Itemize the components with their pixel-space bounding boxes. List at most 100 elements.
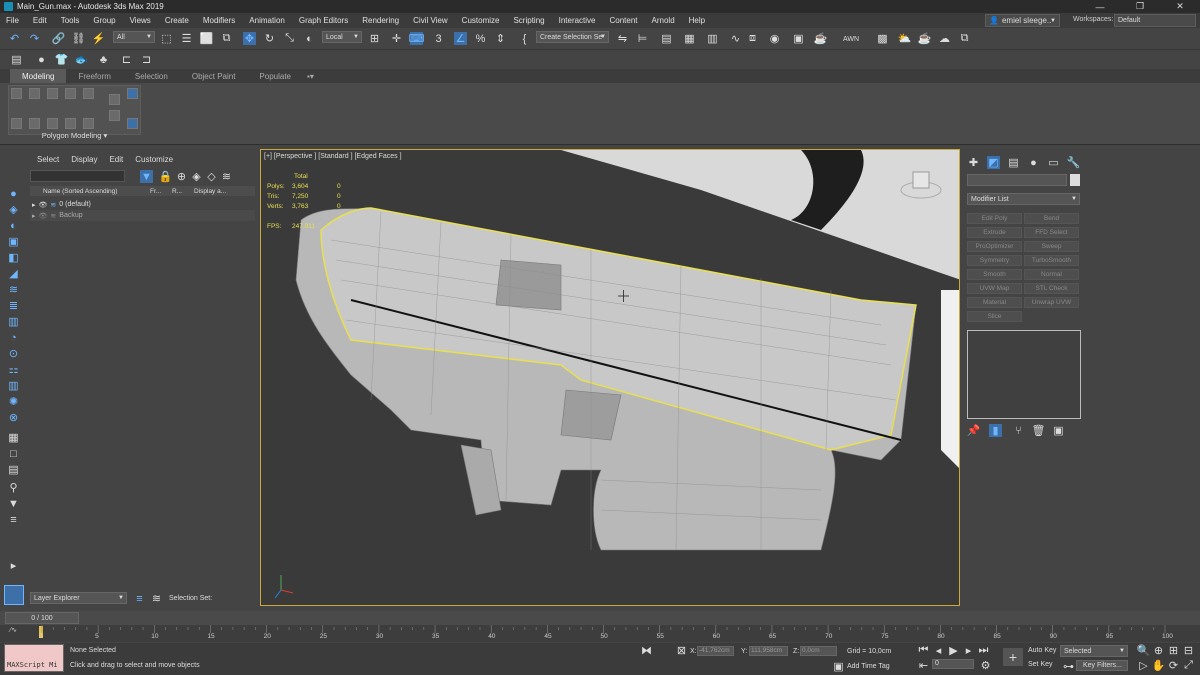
move-icon[interactable]: ✥	[243, 32, 256, 45]
percent-snap-icon[interactable]: %	[474, 32, 487, 45]
schematic-view-icon[interactable]: ⧈	[746, 32, 759, 45]
column-display[interactable]: Display a...	[194, 188, 234, 195]
se-menu-display[interactable]: Display	[71, 155, 97, 164]
toggle-ribbon-icon[interactable]: ▥	[706, 32, 719, 45]
zoom-extents-icon[interactable]: ⊞	[1167, 644, 1180, 657]
next-frame-icon[interactable]: ▸	[962, 644, 975, 657]
edit-named-sets-icon[interactable]: {	[518, 32, 531, 45]
toggle-scene-explorer-icon[interactable]: ▤	[660, 32, 673, 45]
render-frame-icon[interactable]: ☕	[814, 32, 828, 45]
tab-selection[interactable]: Selection	[123, 69, 180, 83]
stack-icon[interactable]: ≡	[133, 592, 146, 605]
time-slider-handle[interactable]: 0 / 100	[5, 612, 79, 624]
rotate-icon[interactable]: ↻	[263, 32, 276, 45]
track-bar[interactable]: ⁄∿ 0 5 10 15 20 25 30 35 40 45 50 55 60 65 70 75 80 85 90 9…	[0, 625, 1200, 642]
display-all-icon[interactable]: ✺	[7, 395, 20, 408]
snaps-toggle-icon[interactable]: 3	[432, 32, 445, 45]
display-bones-icon[interactable]: ◔	[7, 331, 20, 344]
sphere-icon[interactable]: ●	[35, 53, 48, 66]
display-spacewarps-icon[interactable]: ≋	[7, 283, 20, 296]
stl-check-button[interactable]: STL Check	[1024, 283, 1079, 294]
tab-object-paint[interactable]: Object Paint	[180, 69, 248, 83]
layer-explorer-dropdown[interactable]: Layer Explorer ▼	[30, 592, 127, 604]
selection-filter-dropdown[interactable]: All ▼	[113, 31, 155, 43]
tab-freeform[interactable]: Freeform	[66, 69, 122, 83]
se-menu-select[interactable]: Select	[37, 155, 59, 164]
add-to-layer-icon[interactable]: ◈	[190, 170, 203, 183]
tab-populate[interactable]: Populate	[247, 69, 303, 83]
render-window-icon[interactable]: ⧉	[958, 32, 971, 45]
toggle-command-mode-button[interactable]	[83, 118, 94, 129]
tree-icon[interactable]: ♣	[97, 53, 110, 66]
column-name[interactable]: Name (Sorted Ascending)	[30, 188, 150, 195]
key-filters-button[interactable]: Key Filters...	[1076, 660, 1128, 671]
menu-rendering[interactable]: Rendering	[362, 16, 399, 25]
go-to-end-icon[interactable]: ⏭	[977, 644, 990, 657]
display-frozen-icon[interactable]: ⚏	[7, 363, 20, 376]
expand-arrow-icon[interactable]: ▸	[7, 559, 20, 572]
display-xrefs-icon[interactable]: ▥	[7, 315, 20, 328]
render-setup-icon[interactable]: ▣	[792, 32, 805, 45]
display-helpers-icon[interactable]: ◢	[7, 267, 20, 280]
turbosmooth-button[interactable]: TurboSmooth	[1024, 255, 1079, 266]
material-editor-icon[interactable]: ◉	[768, 32, 781, 45]
column-frozen[interactable]: Fr...	[150, 188, 172, 195]
create-layer-icon[interactable]: ⊕	[175, 170, 188, 183]
align-icon[interactable]: ⊨	[636, 32, 649, 45]
ignore-backfacing-button[interactable]	[47, 118, 58, 129]
motion-tab-icon[interactable]: ●	[1027, 156, 1040, 169]
auto-key-button[interactable]: Auto Key	[1028, 647, 1056, 654]
white-square-icon[interactable]: □	[7, 447, 20, 460]
set-key-button[interactable]: Set Key	[1028, 661, 1053, 668]
object-color-swatch[interactable]	[1070, 174, 1080, 186]
use-displace-button[interactable]	[11, 118, 22, 129]
display-cameras-icon[interactable]: ◧	[7, 251, 20, 264]
make-current-layer-icon[interactable]: ◇	[205, 170, 218, 183]
display-geometry-icon[interactable]: ◈	[7, 203, 20, 216]
expand-arrow-icon[interactable]: ▸	[32, 212, 36, 220]
reference-coord-dropdown[interactable]: Local ▼	[322, 31, 362, 43]
set-key-icon[interactable]: +	[1003, 648, 1023, 666]
remove-modifier-icon[interactable]: 🗑	[1032, 424, 1046, 437]
container-icon[interactable]: ▤	[10, 53, 23, 66]
render-cloud-icon[interactable]: ☁	[938, 32, 951, 45]
object-name-field[interactable]	[967, 174, 1067, 186]
layers-icon[interactable]: ≋	[150, 592, 163, 605]
utilities-tab-icon[interactable]: 🔧	[1067, 156, 1081, 169]
render-production-icon[interactable]: ▩	[876, 32, 889, 45]
make-unique-icon[interactable]: ⑂	[1012, 424, 1025, 437]
absolute-mode-icon[interactable]: ⊠	[675, 644, 688, 657]
modify-tab-icon[interactable]: ◩	[987, 156, 1000, 169]
display-groups-icon[interactable]: ≣	[7, 299, 20, 312]
mirror-icon[interactable]: ⇋	[616, 32, 629, 45]
column-render[interactable]: R...	[172, 188, 194, 195]
display-shapes-icon[interactable]: ◐	[7, 219, 20, 232]
create-tab-icon[interactable]: ✚	[967, 156, 980, 169]
modify-mode-button[interactable]	[11, 88, 22, 99]
z-coord-field[interactable]: 0,0cm	[800, 646, 837, 656]
maximize-viewport-icon[interactable]: ⤢	[1182, 659, 1195, 672]
menu-scripting[interactable]: Scripting	[513, 16, 544, 25]
expand-arrow-icon[interactable]: ▸	[32, 201, 36, 209]
named-selection-set-dropdown[interactable]: Create Selection Se ▼	[536, 31, 609, 43]
window-crossing-icon[interactable]: ⧉	[220, 32, 233, 45]
polygon-modeling-label[interactable]: Polygon Modeling ▾	[8, 131, 141, 140]
menu-views[interactable]: Views	[130, 16, 151, 25]
ribbon-options-icon[interactable]: ▪▾	[303, 69, 318, 83]
layer-hierarchy-icon[interactable]: ≋	[220, 170, 233, 183]
slice-button[interactable]: Slice	[967, 311, 1022, 322]
go-to-start-icon[interactable]: ⏮	[917, 644, 930, 657]
ffd-select-button[interactable]: FFD Select	[1024, 227, 1079, 238]
viewport-label[interactable]: [+] [Perspective ] [Standard ] [Edged Fa…	[264, 153, 402, 160]
menu-edit[interactable]: Edit	[33, 16, 47, 25]
pin-stack-icon[interactable]: 📌	[967, 424, 981, 437]
bend-button[interactable]: Bend	[1024, 213, 1079, 224]
undo-icon[interactable]: ↶	[8, 32, 21, 45]
fish-icon[interactable]: 🐟	[75, 53, 89, 66]
isolate-selection-icon[interactable]: ⧓	[640, 644, 653, 657]
scene-search-input[interactable]	[30, 170, 125, 182]
show-end-result-icon[interactable]	[127, 88, 138, 99]
rect-selection-icon[interactable]: ⬜	[200, 32, 214, 45]
close-button[interactable]: ✕	[1160, 0, 1200, 13]
se-menu-edit[interactable]: Edit	[109, 155, 123, 164]
